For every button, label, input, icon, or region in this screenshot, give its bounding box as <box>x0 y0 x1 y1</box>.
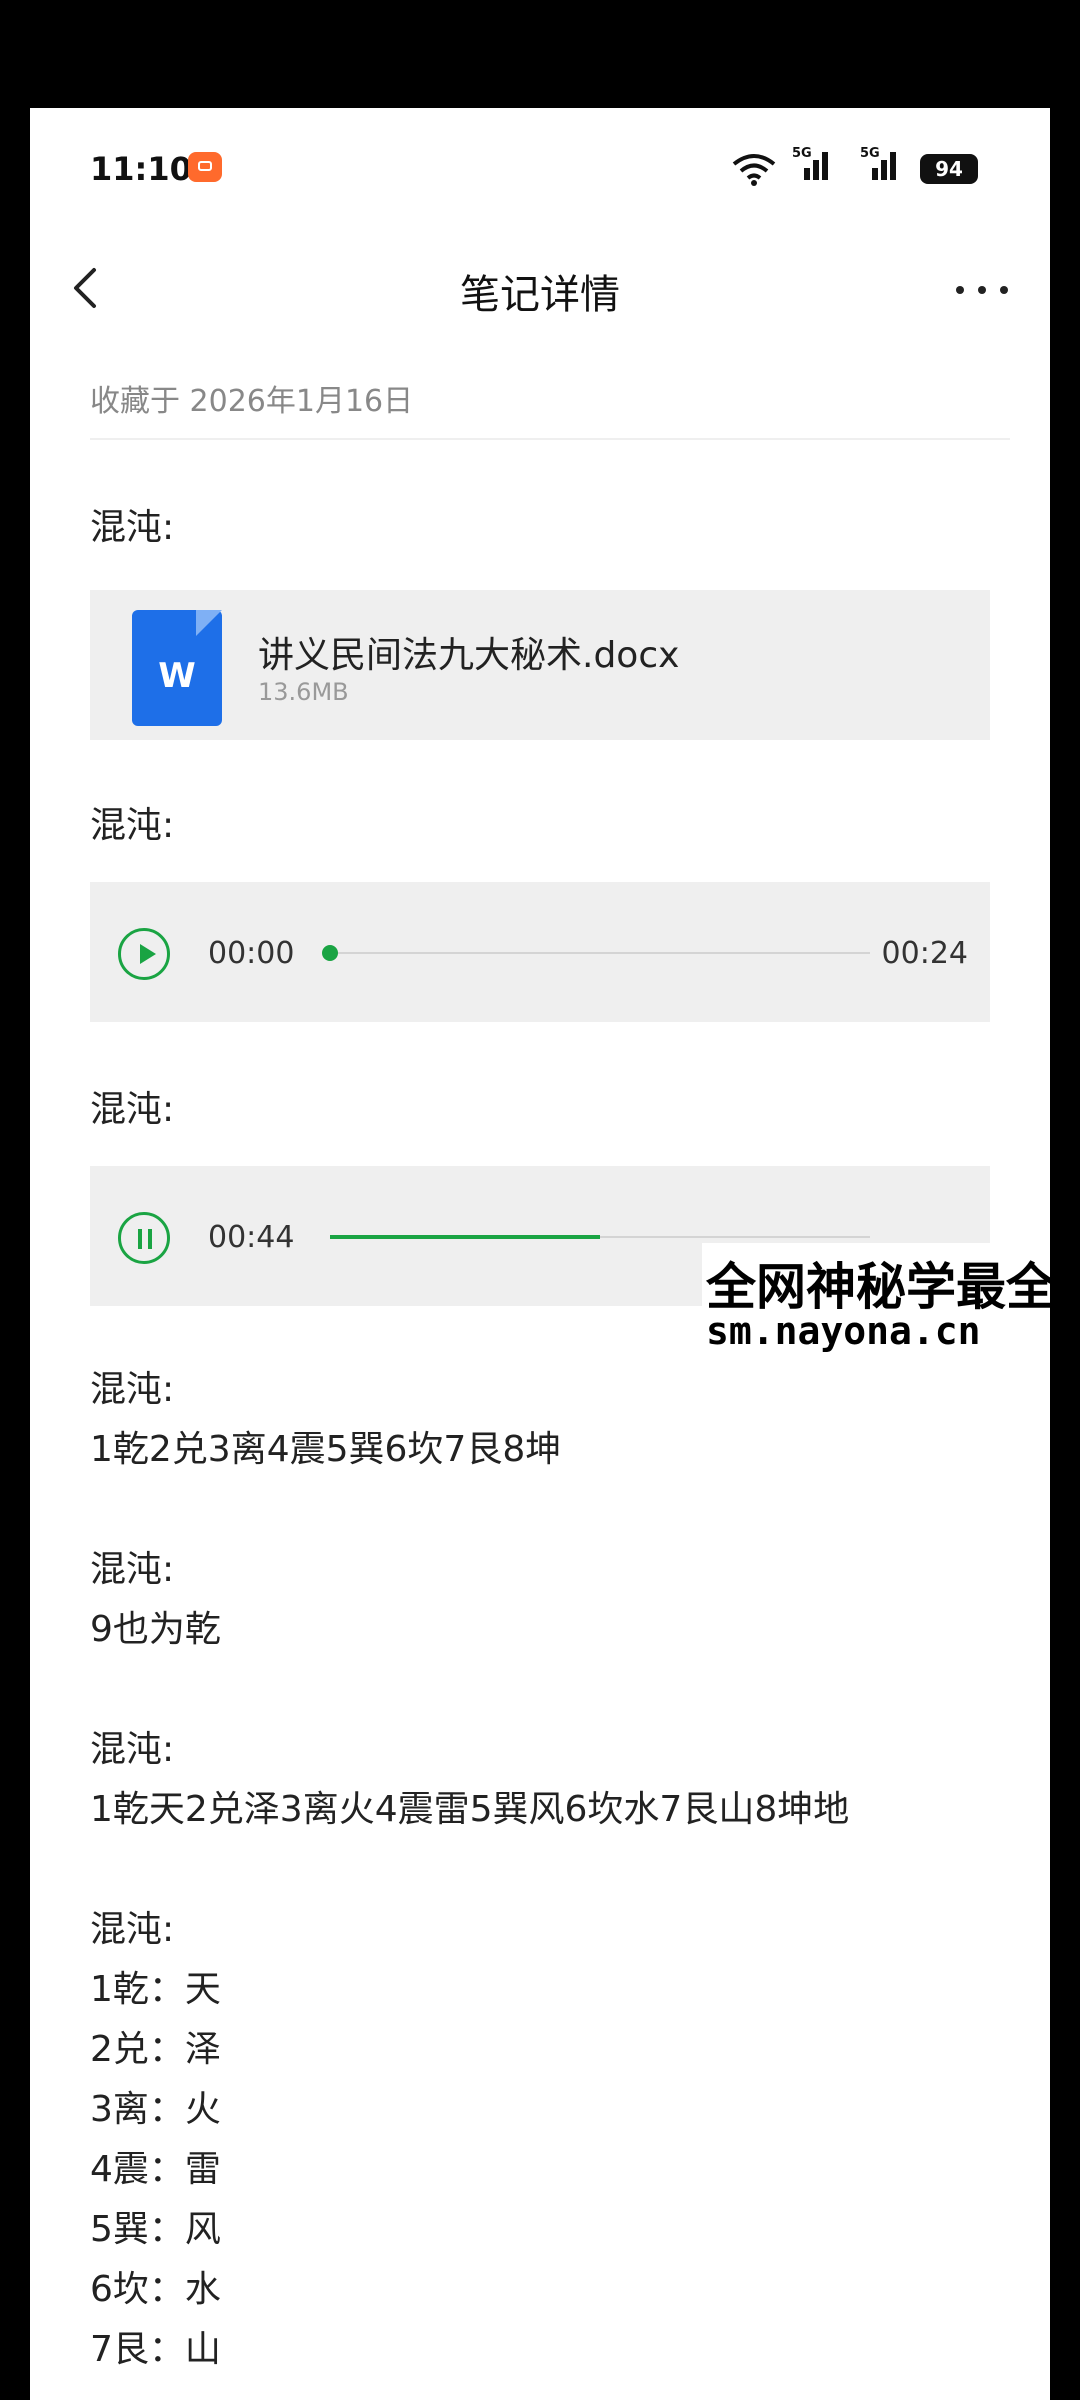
navigation-bar: 笔记详情 <box>30 228 1050 348</box>
play-icon[interactable] <box>118 928 170 980</box>
status-bar: 11:10 5G 5G 94 <box>30 108 1050 228</box>
note-line: 6坎：水 <box>90 2269 221 2310</box>
note-label: 混沌: <box>90 1729 175 1770</box>
page-title: 笔记详情 <box>460 272 620 318</box>
note-label: 混沌: <box>90 1089 175 1130</box>
notification-app-icon <box>188 152 222 182</box>
audio-progress-thumb[interactable] <box>322 945 338 961</box>
word-document-icon: W <box>132 610 222 726</box>
battery-indicator: 94 <box>920 154 978 184</box>
more-options-icon[interactable] <box>950 264 1020 314</box>
note-line: 4震：雷 <box>90 2149 221 2190</box>
note-label: 混沌: <box>90 1549 175 1590</box>
saved-date: 收藏于 2026年1月16日 <box>90 384 414 419</box>
note-line: 1乾天2兑泽3离火4震雷5巽风6坎水7艮山8坤地 <box>90 1789 850 1830</box>
divider <box>90 438 1010 440</box>
voice-message-player[interactable]: 00:00 00:24 <box>90 882 990 1022</box>
note-label: 混沌: <box>90 805 175 846</box>
audio-current-time: 00:44 <box>208 1220 295 1255</box>
note-line: 9也为乾 <box>90 1609 221 1650</box>
pause-icon[interactable] <box>118 1212 170 1264</box>
file-name: 讲义民间法九大秘术.docx <box>258 635 680 676</box>
note-line: 1乾：天 <box>90 1969 221 2010</box>
note-label: 混沌: <box>90 507 175 548</box>
note-text-block: 混沌: 1乾：天 2兑：泽 3离：火 4震：雷 5巽：风 6坎：水 7艮：山 <box>90 1900 221 2380</box>
wifi-icon <box>732 154 776 186</box>
file-attachment-card[interactable]: W 讲义民间法九大秘术.docx 13.6MB <box>90 590 990 740</box>
signal-icon-2: 5G <box>860 146 910 188</box>
audio-duration: 00:24 <box>881 936 968 971</box>
watermark-line-2: sm.nayona.cn <box>706 1309 981 1353</box>
note-label: 混沌: <box>90 1369 175 1410</box>
signal-icon-1: 5G <box>792 146 842 188</box>
note-text-block: 混沌: 9也为乾 <box>90 1540 221 1660</box>
watermark-overlay: 全网神秘学最全 sm.nayona.cn <box>702 1243 1050 1363</box>
note-line: 5巽：风 <box>90 2209 221 2250</box>
status-time: 11:10 <box>90 150 192 188</box>
note-text-block: 混沌: 1乾2兑3离4震5巽6坎7艮8坤 <box>90 1360 561 1480</box>
note-text-block: 混沌: 1乾天2兑泽3离火4震雷5巽风6坎水7艮山8坤地 <box>90 1720 849 1840</box>
note-label: 混沌: <box>90 1909 175 1950</box>
note-line: 1乾2兑3离4震5巽6坎7艮8坤 <box>90 1429 562 1470</box>
audio-progress-slider[interactable] <box>322 945 870 961</box>
audio-current-time: 00:00 <box>208 936 295 971</box>
note-line: 2兑：泽 <box>90 2029 221 2070</box>
file-size: 13.6MB <box>258 678 349 706</box>
note-line: 3离：火 <box>90 2089 221 2130</box>
note-line: 7艮：山 <box>90 2329 221 2370</box>
phone-screen: 11:10 5G 5G 94 笔记详情 收藏于 2026年1月16日 混沌: W… <box>30 108 1050 2400</box>
audio-progress-slider[interactable] <box>330 1235 870 1239</box>
